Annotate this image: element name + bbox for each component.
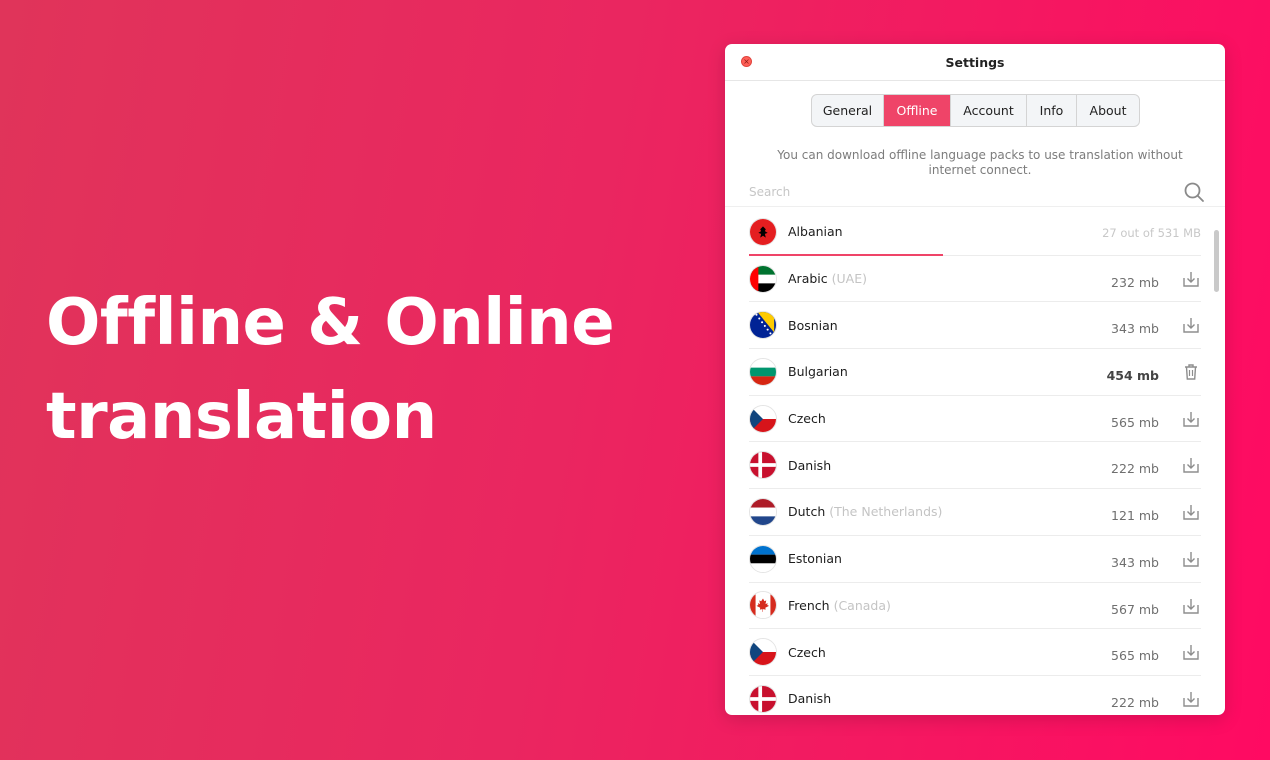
canada-flag-icon: [749, 591, 777, 620]
netherlands-flag-icon: [749, 497, 777, 526]
estonia-flag-icon: [749, 544, 777, 573]
language-row-5[interactable]: Danish 222 mb: [749, 442, 1201, 490]
pack-size: 343 mb: [1111, 554, 1159, 570]
language-row-8[interactable]: French (Canada) 567 mb: [749, 583, 1201, 630]
language-name: Bulgarian: [788, 364, 848, 380]
language-row-7[interactable]: Estonian 343 mb: [749, 536, 1201, 583]
download-icon[interactable]: [1181, 269, 1201, 289]
language-name: Danish: [788, 691, 832, 707]
language-region: (The Netherlands): [829, 504, 943, 520]
pack-size: 454 mb: [1106, 368, 1159, 384]
close-button[interactable]: ×: [741, 56, 752, 67]
settings-window: × Settings General Offline Account Info …: [725, 44, 1225, 715]
language-name: Czech: [788, 411, 826, 427]
tab-general[interactable]: General: [812, 95, 884, 126]
language-name: Albanian: [788, 224, 843, 240]
pack-size: 121 mb: [1111, 508, 1159, 524]
tab-account[interactable]: Account: [951, 95, 1027, 126]
pack-size: 222 mb: [1111, 694, 1159, 710]
denmark-flag-icon: [749, 451, 777, 480]
download-icon[interactable]: [1181, 642, 1201, 662]
pack-size: 222 mb: [1111, 461, 1159, 477]
language-row-2[interactable]: Bosnian 343 mb: [749, 302, 1201, 350]
language-list: Albanian 27 out of 531 MB Arabic (UAE) 232 m…: [749, 209, 1201, 715]
offline-description: You can download offline language packs …: [777, 148, 1183, 177]
language-row-0[interactable]: Albanian 27 out of 531 MB: [749, 209, 1201, 256]
search-icon[interactable]: [1183, 181, 1205, 203]
language-name: Danish: [788, 457, 832, 473]
language-name: Bosnian: [788, 317, 838, 333]
language-row-9[interactable]: Czech 565 mb: [749, 629, 1201, 676]
search-bar: [749, 178, 1205, 206]
headline: Offline & Online translation: [46, 276, 615, 464]
czech-flag-icon: [749, 638, 777, 667]
language-row-3[interactable]: Bulgarian 454 mb: [749, 349, 1201, 396]
albania-flag-icon: [749, 217, 777, 246]
denmark-flag-icon: [749, 684, 777, 713]
language-row-10[interactable]: Danish 222 mb: [749, 676, 1201, 715]
pack-size: 567 mb: [1111, 601, 1159, 617]
download-icon[interactable]: [1181, 549, 1201, 569]
titlebar: × Settings: [725, 44, 1225, 81]
bosnia-flag-icon: [749, 311, 777, 340]
language-name: Arabic: [788, 271, 828, 287]
language-region: (Canada): [833, 597, 891, 613]
download-icon[interactable]: [1181, 596, 1201, 616]
pack-size: 565 mb: [1111, 414, 1159, 430]
language-name: Estonian: [788, 551, 842, 567]
download-progress-text: 27 out of 531 MB: [1102, 226, 1201, 240]
divider: [725, 206, 1225, 207]
window-title: Settings: [945, 54, 1005, 70]
download-icon[interactable]: [1181, 409, 1201, 429]
pack-size: 343 mb: [1111, 321, 1159, 337]
search-input[interactable]: [749, 185, 1129, 199]
language-region: (UAE): [831, 271, 867, 287]
language-name: Dutch: [788, 504, 826, 520]
language-row-6[interactable]: Dutch (The Netherlands) 121 mb: [749, 489, 1201, 536]
trash-icon[interactable]: [1181, 362, 1201, 382]
pack-size: 565 mb: [1111, 648, 1159, 664]
download-icon[interactable]: [1181, 502, 1201, 522]
pack-size: 232 mb: [1111, 274, 1159, 290]
language-name: Czech: [788, 644, 826, 660]
headline-line-2: translation: [46, 380, 437, 454]
language-row-4[interactable]: Czech 565 mb: [749, 396, 1201, 443]
tab-info[interactable]: Info: [1027, 95, 1077, 126]
language-row-1[interactable]: Arabic (UAE) 232 mb: [749, 256, 1201, 303]
headline-line-1: Offline & Online: [46, 286, 615, 360]
download-icon[interactable]: [1181, 315, 1201, 335]
scrollbar[interactable]: [1214, 230, 1219, 292]
download-icon[interactable]: [1181, 689, 1201, 709]
tab-offline[interactable]: Offline: [884, 95, 951, 126]
tab-about[interactable]: About: [1077, 95, 1139, 126]
uae-flag-icon: [749, 264, 777, 293]
bulgaria-flag-icon: [749, 357, 777, 386]
language-name: French: [788, 597, 830, 613]
tab-bar: General Offline Account Info About: [811, 94, 1140, 127]
czech-flag-icon: [749, 404, 777, 433]
download-icon[interactable]: [1181, 455, 1201, 475]
